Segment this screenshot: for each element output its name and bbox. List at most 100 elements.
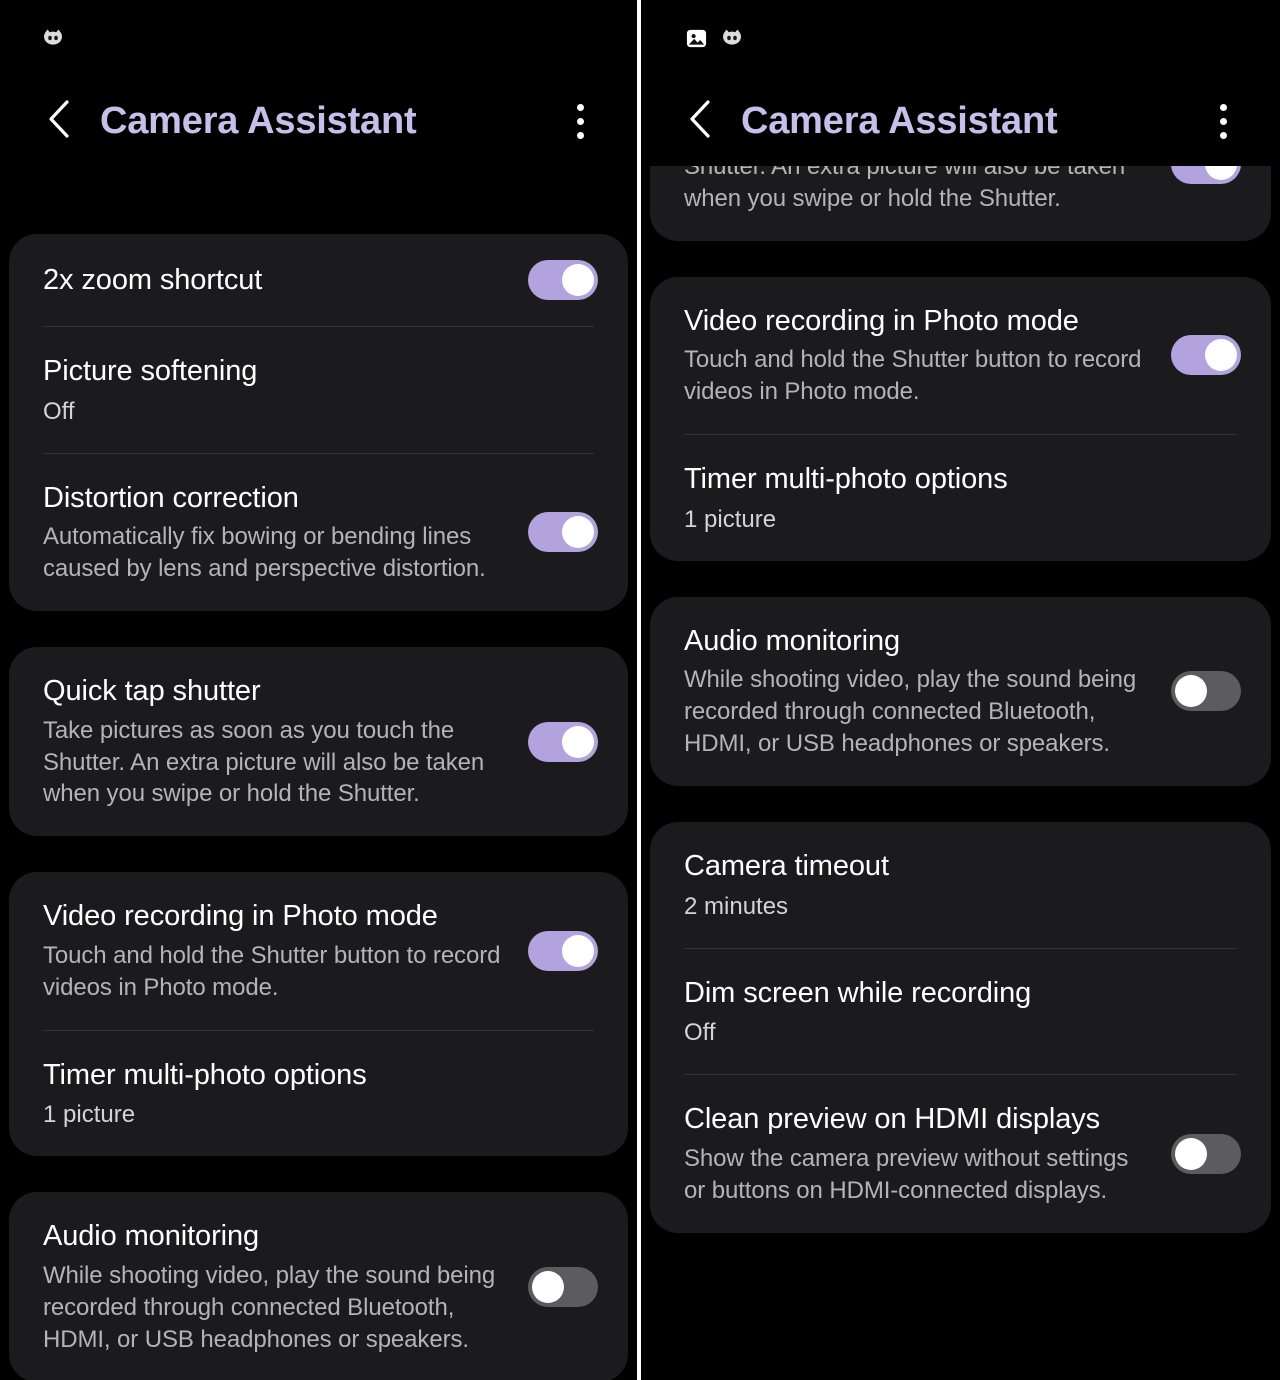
left-screen: Camera Assistant 2x zoom shortcut Picture… — [0, 0, 637, 1380]
settings-row-title: Video recording in Photo mode — [43, 900, 438, 933]
settings-row-text: Distortion correction Automatically fix b… — [43, 480, 528, 585]
settings-toggle[interactable] — [528, 930, 598, 971]
left-app-bar: Camera Assistant — [0, 76, 637, 166]
settings-row[interactable]: Dim screen while recording Off — [650, 949, 1271, 1075]
dual-screenshot-comparison: Camera Assistant 2x zoom shortcut Picture… — [0, 0, 1280, 1380]
settings-row[interactable]: Clean preview on HDMI displays Show the c… — [650, 1075, 1271, 1232]
kebab-dot — [576, 131, 584, 139]
settings-row[interactable]: 2x zoom shortcut — [9, 234, 628, 326]
settings-row-text: Take pictures as soon as you touch the S… — [684, 166, 1171, 215]
settings-row-text: Quick tap shutter Take pictures as soon a… — [43, 673, 528, 810]
settings-toggle[interactable] — [1171, 335, 1241, 376]
settings-row[interactable]: Audio monitoring While shooting video, pl… — [650, 597, 1271, 786]
chevron-left-icon — [686, 98, 716, 145]
chevron-left-icon — [45, 98, 75, 145]
settings-row-text: Audio monitoring While shooting video, pl… — [684, 623, 1171, 760]
settings-row[interactable]: Take pictures as soon as you touch the S… — [650, 166, 1271, 241]
settings-row-description: Automatically fix bowing or bending line… — [43, 523, 486, 583]
settings-row[interactable]: Distortion correction Automatically fix b… — [9, 454, 628, 611]
settings-row-value: 1 picture — [43, 1101, 136, 1129]
toggle-knob — [562, 516, 594, 549]
settings-toggle[interactable] — [528, 1267, 598, 1307]
more-vertical-icon[interactable] — [1200, 95, 1246, 147]
settings-row-text: Video recording in Photo mode Touch and h… — [684, 303, 1171, 408]
settings-row[interactable]: Quick tap shutter Take pictures as soon a… — [9, 647, 628, 836]
settings-row-description: Show the camera preview without settings… — [684, 1145, 1129, 1204]
right-app-bar: Camera Assistant — [641, 76, 1280, 166]
settings-row[interactable]: Picture softening Off — [9, 327, 628, 453]
settings-row-text: 2x zoom shortcut — [43, 262, 528, 299]
settings-row-title: Audio monitoring — [43, 1220, 260, 1253]
kebab-dot — [1219, 117, 1227, 125]
toggle-knob — [532, 1271, 564, 1303]
settings-row-text: Timer multi-photo options 1 picture — [43, 1057, 598, 1131]
settings-row-title: 2x zoom shortcut — [43, 263, 263, 296]
settings-row-description: Touch and hold the Shutter button to rec… — [684, 346, 1142, 406]
right-settings-list: Take pictures as soon as you touch the S… — [641, 166, 1280, 1233]
back-button[interactable] — [677, 97, 725, 145]
settings-row-text: Timer multi-photo options 1 picture — [684, 461, 1241, 535]
toggle-knob — [562, 264, 594, 296]
settings-row[interactable]: Camera timeout 2 minutes — [650, 822, 1271, 948]
settings-row-title: Dim screen while recording — [684, 976, 1032, 1009]
left-settings-scroll[interactable]: 2x zoom shortcut Picture softening Off Dist… — [0, 166, 637, 1380]
settings-card: Audio monitoring While shooting video, pl… — [650, 596, 1271, 787]
settings-toggle[interactable] — [528, 721, 598, 762]
settings-row[interactable]: Video recording in Photo mode Touch and h… — [9, 872, 628, 1029]
right-status-bar — [641, 0, 1280, 76]
settings-row-description: While shooting video, play the sound bei… — [684, 666, 1137, 758]
settings-row[interactable]: Video recording in Photo mode Touch and h… — [650, 277, 1271, 434]
settings-toggle[interactable] — [1171, 1134, 1241, 1175]
image-gallery-icon — [683, 25, 709, 51]
settings-row[interactable]: Audio monitoring While shooting video, pl… — [9, 1192, 628, 1380]
settings-row-title: Timer multi-photo options — [684, 463, 1008, 496]
settings-row-text: Picture softening Off — [43, 353, 598, 427]
left-settings-list: 2x zoom shortcut Picture softening Off Dist… — [0, 166, 637, 1380]
settings-row-description: Take pictures as soon as you touch the S… — [684, 166, 1126, 212]
settings-row-text: Dim screen while recording Off — [684, 975, 1241, 1049]
settings-row-value: 2 minutes — [684, 892, 789, 920]
settings-card: Camera timeout 2 minutes Dim screen while … — [650, 822, 1271, 1233]
kebab-dot — [576, 117, 584, 125]
right-settings-scroll[interactable]: Take pictures as soon as you touch the S… — [641, 166, 1280, 1380]
kebab-dot — [1219, 131, 1227, 139]
cat-face-notification-icon — [40, 25, 66, 51]
settings-row-title: Quick tap shutter — [43, 675, 261, 708]
settings-row[interactable]: Timer multi-photo options 1 picture — [650, 435, 1271, 561]
toggle-knob — [1175, 675, 1207, 708]
right-screen: Camera Assistant Take pictures as soon a… — [641, 0, 1280, 1380]
settings-row-description: Take pictures as soon as you touch the S… — [43, 716, 485, 808]
settings-toggle[interactable] — [1171, 166, 1241, 185]
settings-toggle[interactable] — [1171, 671, 1241, 712]
settings-card: Audio monitoring While shooting video, pl… — [9, 1192, 628, 1380]
cat-face-notification-icon — [719, 25, 745, 51]
toggle-knob — [1205, 166, 1237, 181]
kebab-dot — [576, 103, 584, 111]
settings-row-title: Video recording in Photo mode — [684, 304, 1079, 337]
settings-row-text: Audio monitoring While shooting video, pl… — [43, 1218, 528, 1355]
settings-row-text: Clean preview on HDMI displays Show the c… — [684, 1101, 1171, 1206]
settings-row-title: Camera timeout — [684, 850, 889, 883]
settings-toggle[interactable] — [528, 512, 598, 553]
settings-row-title: Clean preview on HDMI displays — [684, 1103, 1101, 1136]
settings-row-title: Audio monitoring — [684, 624, 901, 657]
page-title: Camera Assistant — [100, 99, 417, 142]
settings-row-title: Timer multi-photo options — [43, 1058, 367, 1091]
settings-card: Video recording in Photo mode Touch and h… — [9, 872, 628, 1157]
toggle-knob — [1205, 339, 1237, 372]
kebab-dot — [1219, 103, 1227, 111]
settings-row-value: 1 picture — [684, 505, 777, 533]
settings-row-title: Picture softening — [43, 355, 258, 387]
settings-row-description: Touch and hold the Shutter button to rec… — [43, 941, 501, 1001]
settings-card: 2x zoom shortcut Picture softening Off Dist… — [9, 234, 628, 612]
settings-row[interactable]: Timer multi-photo options 1 picture — [9, 1031, 628, 1157]
settings-row-value: Off — [684, 1019, 716, 1047]
settings-row-title: Distortion correction — [43, 481, 299, 514]
more-vertical-icon[interactable] — [557, 95, 603, 147]
settings-row-description: While shooting video, play the sound bei… — [43, 1261, 496, 1353]
toggle-knob — [562, 934, 594, 967]
back-button[interactable] — [36, 97, 84, 145]
settings-row-text: Video recording in Photo mode Touch and h… — [43, 898, 528, 1003]
settings-row-text: Camera timeout 2 minutes — [684, 848, 1241, 922]
settings-toggle[interactable] — [528, 260, 598, 300]
